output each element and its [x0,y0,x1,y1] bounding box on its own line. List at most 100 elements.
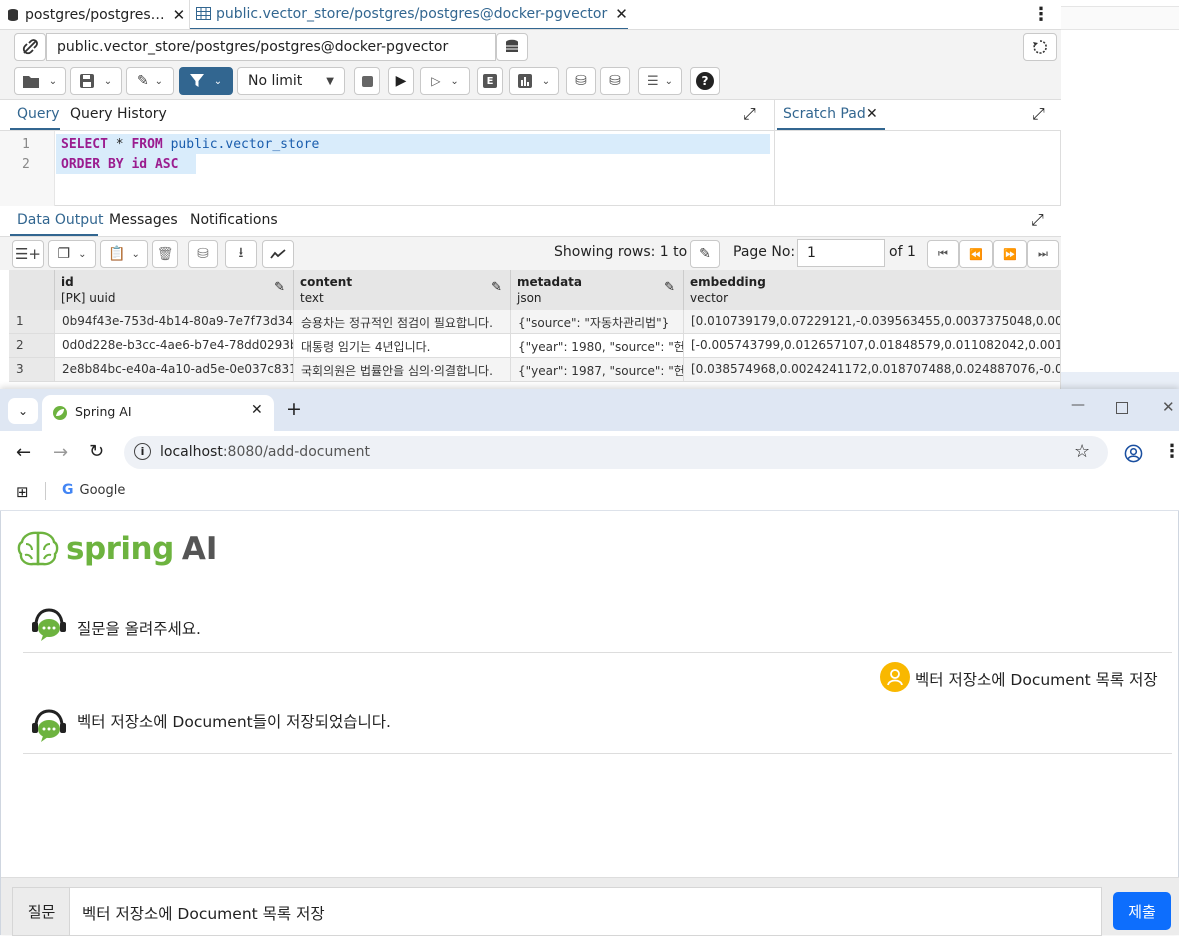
cell-embedding[interactable]: [-0.005743799,0.012657107,0.01848579,0.0… [684,334,1061,358]
tab-notifications[interactable]: Notifications [190,212,278,228]
last-page-icon: ⏭ [1038,247,1048,260]
prev-page-button[interactable]: ⏪ [959,240,993,268]
expand-icon[interactable]: ⤢ [1031,210,1044,230]
tab-scratch-pad[interactable]: Scratch Pad [783,106,866,122]
browser-menu-icon[interactable]: ⋮ [1163,441,1179,462]
bookmark-google[interactable]: G Google [62,482,125,498]
cell-id[interactable]: 0d0d228e-b3cc-4ae6-b7e4-78dd0293b… [55,334,294,358]
cell-id[interactable]: 2e8b84bc-e40a-4a10-ad5e-0e037c831… [55,358,294,382]
minimize-icon[interactable]: — [1071,397,1085,413]
cell-metadata[interactable]: {"year": 1987, "source": "헌… [511,358,684,382]
explain-analyze-button[interactable]: ⌄ [509,67,559,95]
tab-messages[interactable]: Messages [109,212,178,228]
forward-icon[interactable]: → [53,442,68,463]
bookmark-star-icon[interactable]: ☆ [1074,441,1090,462]
sql-keyword: ORDER BY [61,157,124,172]
reload-icon[interactable]: ↻ [89,441,104,462]
cell-metadata[interactable]: {"year": 1980, "source": "헌… [511,334,684,358]
column-header-metadata[interactable]: metadata json ✎ [511,270,684,310]
save-data-button[interactable]: ⛁ [188,240,218,268]
limit-select[interactable]: No limit ▼ [237,67,345,95]
connection-status-icon[interactable] [14,33,46,61]
first-page-icon: ⏮ [938,247,948,260]
new-tab-icon[interactable]: + [286,398,302,420]
paste-button[interactable]: 📋 ⌄ [100,240,148,268]
tab-search-icon[interactable]: ⌄ [8,398,38,424]
bookmarks-bar: ⊞ G Google [0,475,1179,511]
active-tab-indicator [10,128,60,130]
close-icon[interactable]: ✕ [251,402,263,418]
copy-button[interactable]: ❐ ⌄ [48,240,96,268]
sql-text: * [107,137,132,152]
profile-icon[interactable] [1124,444,1143,463]
open-file-button[interactable]: ⌄ [14,67,66,95]
edit-rows-button[interactable]: ✎ [690,240,720,268]
cell-embedding[interactable]: [0.010739179,0.07229121,-0.039563455,0.0… [684,310,1061,334]
macros-button[interactable]: ☰ ⌄ [638,67,682,95]
cell-embedding[interactable]: [0.038574968,0.0024241172,0.018707488,0.… [684,358,1061,382]
tab-data-output[interactable]: Data Output [17,212,104,228]
more-vertical-icon[interactable]: ⋮ [1032,4,1050,25]
close-icon[interactable]: ✕ [866,106,878,122]
clipboard-icon: 📋 [108,246,126,262]
reset-layout-icon[interactable] [1023,33,1057,61]
edit-button[interactable]: ✎ ⌄ [126,67,174,95]
graph-button[interactable] [262,240,294,268]
scratch-pad-area[interactable] [774,131,1061,206]
scratch-pad-tab-bar: Scratch Pad ✕ ⤢ [774,100,1061,131]
close-window-icon[interactable]: ✕ [1162,398,1175,416]
tab-query[interactable]: Query [17,106,60,122]
cell-id[interactable]: 0b94f43e-753d-4b14-80a9-7e7f73d349… [55,310,294,334]
close-icon[interactable]: ✕ [173,6,186,24]
column-header-embedding[interactable]: embedding vector [684,270,1061,310]
browser-tab-spring-ai[interactable]: Spring AI ✕ [42,395,274,431]
pencil-icon[interactable]: ✎ [274,280,285,296]
page-no-input[interactable]: 1 [797,239,885,267]
cell-content[interactable]: 국회의원은 법률안을 심의·의결합니다. [294,358,511,382]
question-input[interactable]: 벡터 저장소에 Document 목록 저장 [69,887,1102,936]
stop-button[interactable] [354,67,380,95]
site-info-icon[interactable]: i [134,443,151,460]
add-row-button[interactable]: ☰+ [12,240,44,268]
execute-button[interactable]: ▶ [388,67,414,95]
tab-postgres[interactable]: postgres/postgres… ✕ [0,0,190,29]
sql-identifier: id [123,157,155,172]
cell-metadata[interactable]: {"source": "자동차관리법"} [511,310,684,334]
next-page-button[interactable]: ⏩ [993,240,1027,268]
execute-options-button[interactable]: ▷ ⌄ [420,67,470,95]
sql-line: ORDER BY id ASC [56,154,196,174]
explain-button[interactable]: E [477,67,503,95]
help-button[interactable]: ? [690,67,720,95]
address-bar[interactable]: i localhost:8080/add-document ☆ [124,436,1108,469]
submit-button[interactable]: 제출 [1113,892,1171,930]
filter-button[interactable]: ⌄ [179,67,233,95]
column-header-id[interactable]: id [PK] uuid ✎ [55,270,294,310]
rollback-button[interactable]: ⛁ [600,67,630,95]
table-icon [196,7,211,20]
save-file-button[interactable]: ⌄ [70,67,122,95]
expand-icon[interactable]: ⤢ [743,104,756,124]
delete-button[interactable]: 🗑 [152,240,178,268]
commit-button[interactable]: ⛁ [566,67,596,95]
maximize-icon[interactable] [1116,402,1128,414]
column-header-content[interactable]: content text ✎ [294,270,511,310]
close-icon[interactable]: ✕ [615,5,628,23]
trash-icon: 🗑 [156,246,174,262]
last-page-button[interactable]: ⏭ [1027,240,1059,268]
cell-content[interactable]: 대통령 임기는 4년입니다. [294,334,511,358]
sql-keyword: SELECT [61,137,108,152]
pencil-icon[interactable]: ✎ [491,280,502,296]
back-icon[interactable]: ← [16,442,31,463]
pencil-icon[interactable]: ✎ [664,280,675,296]
connection-select[interactable]: public.vector_store/postgres/postgres@do… [46,33,496,61]
cell-content[interactable]: 승용차는 정규적인 점검이 필요합니다. [294,310,511,334]
apps-grid-icon[interactable]: ⊞ [16,483,29,501]
new-connection-icon[interactable] [496,33,528,61]
tab-label: public.vector_store/postgres/postgres@do… [216,5,608,22]
tab-vector-store[interactable]: public.vector_store/postgres/postgres@do… [190,0,628,29]
download-button[interactable]: ⭳ [225,240,257,268]
expand-icon[interactable]: ⤢ [1032,104,1045,124]
sql-editor[interactable]: 1 2 SELECT * FROM public.vector_store OR… [0,131,774,206]
first-page-button[interactable]: ⏮ [927,240,959,268]
tab-query-history[interactable]: Query History [70,106,167,122]
